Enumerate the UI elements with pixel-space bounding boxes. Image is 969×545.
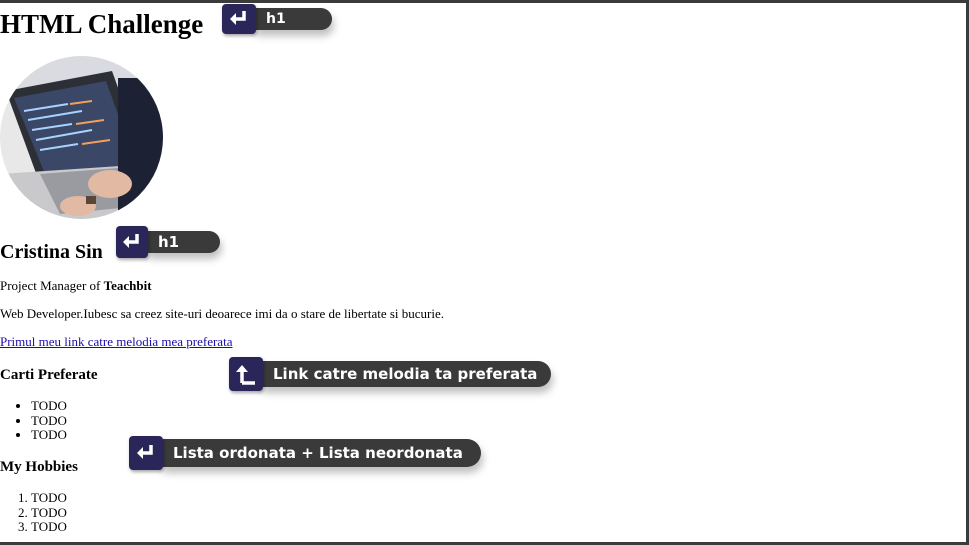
lists-annotation-label: Lista ordonata + Lista neordonata [161,439,481,467]
avatar [0,56,163,219]
hobbies-list: TODO TODO TODO [0,490,67,535]
link-paragraph: Primul meu link catre melodia mea prefer… [0,334,232,350]
link-annotation-label: Link catre melodia ta preferata [261,361,552,387]
list-item: TODO [31,413,67,429]
list-item: TODO [31,505,67,521]
avatar-image [0,56,163,219]
return-arrow-icon [129,436,163,470]
title-tag-annotation: h1 [222,4,332,34]
return-arrow-icon [222,4,256,34]
name-tag-label: h1 [146,231,220,253]
role-text: Project Manager of Teachbit [0,278,152,294]
books-heading: Carti Preferate [0,367,98,383]
title-tag-label: h1 [254,8,332,30]
name-tag-annotation: h1 [116,226,220,258]
books-list: TODO TODO TODO [0,398,67,443]
role-company: Teachbit [103,278,152,293]
link-annotation: Link catre melodia ta preferata [229,357,552,391]
lists-annotation: Lista ordonata + Lista neordonata [129,436,481,470]
list-item: TODO [31,427,67,443]
role-prefix: Project Manager of [0,278,104,293]
page-title: HTML Challenge [0,9,204,39]
list-item: TODO [31,490,67,506]
hobbies-heading: My Hobbies [0,459,78,475]
list-item: TODO [31,398,67,414]
person-name: Cristina Sin [0,241,103,263]
favorite-song-link[interactable]: Primul meu link catre melodia mea prefer… [0,334,232,349]
bio-text: Web Developer.Iubesc sa creez site-uri d… [0,306,444,321]
up-left-arrow-icon [229,357,263,391]
list-item: TODO [31,519,67,535]
return-arrow-icon [116,226,148,258]
